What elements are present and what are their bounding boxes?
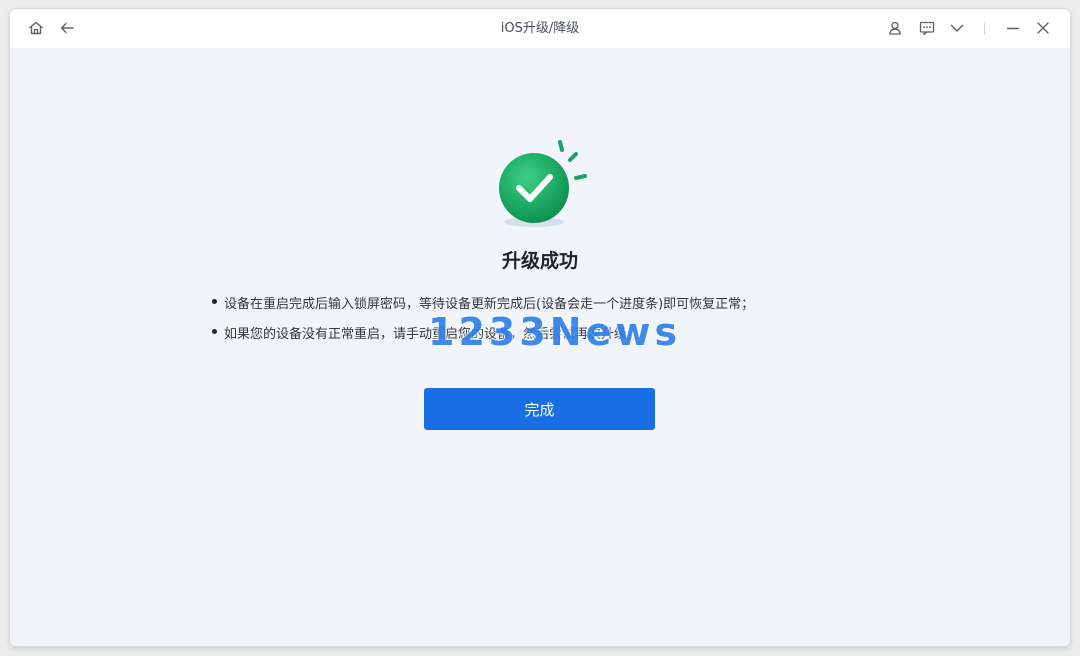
main-content: 升级成功 设备在重启完成后输入锁屏密码，等待设备更新完成后(设备会走一个进度条)… — [10, 48, 1070, 646]
minimize-icon[interactable] — [1004, 19, 1022, 37]
user-icon[interactable] — [886, 19, 904, 37]
chevron-down-icon[interactable] — [948, 19, 966, 37]
app-window: iOS升级/降级 升级成功 设备在重启完成后输入锁屏密码，等待设备更新完成后(设… — [10, 9, 1070, 646]
window-title: iOS升级/降级 — [500, 21, 580, 36]
close-icon[interactable] — [1034, 19, 1052, 37]
done-button[interactable]: 完成 — [424, 388, 655, 430]
check-circle-icon — [488, 136, 598, 236]
feedback-icon[interactable] — [918, 19, 936, 37]
back-arrow-icon[interactable] — [58, 19, 76, 37]
result-headline: 升级成功 — [501, 250, 578, 272]
watermark: 1233News — [428, 310, 682, 354]
title-bar: iOS升级/降级 — [10, 9, 1070, 48]
titlebar-divider — [984, 22, 985, 35]
home-icon[interactable] — [27, 19, 45, 37]
